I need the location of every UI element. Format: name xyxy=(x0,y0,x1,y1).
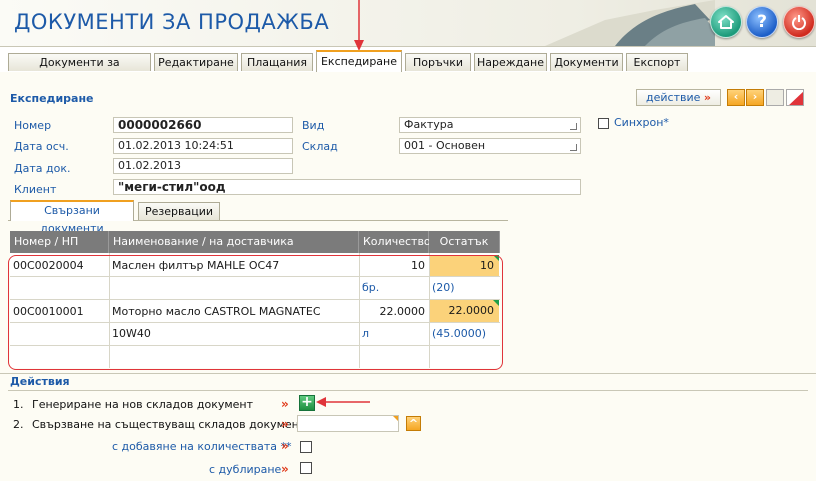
red-corner-icon xyxy=(789,91,803,105)
home-button[interactable] xyxy=(710,6,742,38)
page-title: ДОКУМЕНТИ ЗА ПРОДАЖБА xyxy=(14,10,330,34)
tab-payments[interactable]: Плащания xyxy=(241,53,313,71)
number-field[interactable]: 0000002660 xyxy=(113,117,293,133)
help-button[interactable]: ? xyxy=(746,6,778,38)
section-title: Експедиране xyxy=(10,92,94,105)
sync-checkbox[interactable] xyxy=(598,118,609,129)
list-button[interactable] xyxy=(766,89,784,106)
label-client: Клиент xyxy=(14,183,57,196)
opt-add-qty-label: с добавяне на количествата ** xyxy=(112,440,292,453)
power-button[interactable] xyxy=(783,6,815,38)
action-1-number: 1. xyxy=(13,398,24,411)
action-2-label: Свързване на съществуващ складов докумен… xyxy=(32,418,306,431)
add-quantities-checkbox[interactable] xyxy=(300,441,312,453)
next-button[interactable]: › xyxy=(746,89,764,106)
opt-dup-label: с дублиране xyxy=(209,463,282,476)
col-header-rest[interactable]: Остатък xyxy=(429,231,500,253)
divider xyxy=(0,373,816,374)
label-type: Вид xyxy=(302,119,325,132)
action-2-number: 2. xyxy=(13,418,24,431)
chevron-right-icon: › xyxy=(752,90,758,103)
col-header-name[interactable]: Наименование / на доставчика xyxy=(109,231,359,253)
col-header-quantity[interactable]: Количество xyxy=(359,231,431,253)
subtab-reservations[interactable]: Резервации xyxy=(138,202,220,220)
client-field[interactable]: "меги-стил"оод xyxy=(113,179,581,195)
action-1-marker: » xyxy=(281,397,289,411)
action-2-marker: » xyxy=(281,417,289,431)
label-warehouse: Склад xyxy=(302,140,338,153)
action-1-label: Генериране на нов складов документ xyxy=(32,398,254,411)
warehouse-select[interactable]: 001 - Основен xyxy=(399,138,581,154)
label-number: Номер xyxy=(14,119,52,132)
app-header: ДОКУМЕНТИ ЗА ПРОДАЖБА ? xyxy=(0,0,816,47)
tab-ordering[interactable]: Нареждане xyxy=(474,53,547,71)
chevron-left-icon: ‹ xyxy=(733,90,739,103)
tab-documents-sales[interactable]: Документи за продажба xyxy=(8,53,151,87)
subtabs: Свързани документи Резервации xyxy=(8,200,508,235)
delete-button[interactable] xyxy=(786,89,804,106)
sync-label: Синхрон* xyxy=(614,116,669,129)
plus-icon: + xyxy=(301,394,313,410)
opt-dup-marker: » xyxy=(281,462,289,476)
tab-shipping[interactable]: Експедиране xyxy=(316,50,402,73)
tab-orders[interactable]: Поръчки xyxy=(405,53,471,71)
header-decoration xyxy=(545,0,715,46)
opt-add-qty-marker: » xyxy=(281,439,289,453)
tab-documents[interactable]: Документи xyxy=(550,53,623,71)
annotation-highlight-box xyxy=(8,255,503,370)
label-doc-date: Дата док. xyxy=(14,162,71,175)
subtab-linked-docs[interactable]: Свързани документи xyxy=(10,200,134,235)
doc-date-field[interactable]: 01.02.2013 xyxy=(113,158,293,174)
chevron-up-icon: ^ xyxy=(408,417,419,430)
annotation-arrow-left xyxy=(316,397,370,407)
add-button[interactable]: + xyxy=(299,395,315,411)
action-button[interactable]: действие » xyxy=(636,89,721,106)
main-tabs: Документи за продажба Редактиране Плащан… xyxy=(0,46,816,87)
home-icon xyxy=(718,15,734,29)
annotation-arrow-down xyxy=(354,0,364,51)
lookup-button[interactable]: ^ xyxy=(406,416,421,431)
divider xyxy=(8,390,808,391)
label-posting-date: Дата осч. xyxy=(14,140,69,153)
duplicate-checkbox[interactable] xyxy=(300,462,312,474)
existing-doc-input[interactable] xyxy=(297,415,399,432)
corner-marker xyxy=(393,416,398,421)
tab-export[interactable]: Експорт xyxy=(626,53,688,71)
help-icon: ? xyxy=(757,12,767,32)
power-icon xyxy=(792,15,806,30)
prev-button[interactable]: ‹ xyxy=(727,89,745,106)
actions-title: Действия xyxy=(10,375,70,388)
type-select[interactable]: Фактура xyxy=(399,117,581,133)
col-header-number[interactable]: Номер / НП xyxy=(10,231,109,253)
tab-edit[interactable]: Редактиране xyxy=(154,53,238,71)
posting-date-field[interactable]: 01.02.2013 10:24:51 xyxy=(113,138,293,154)
